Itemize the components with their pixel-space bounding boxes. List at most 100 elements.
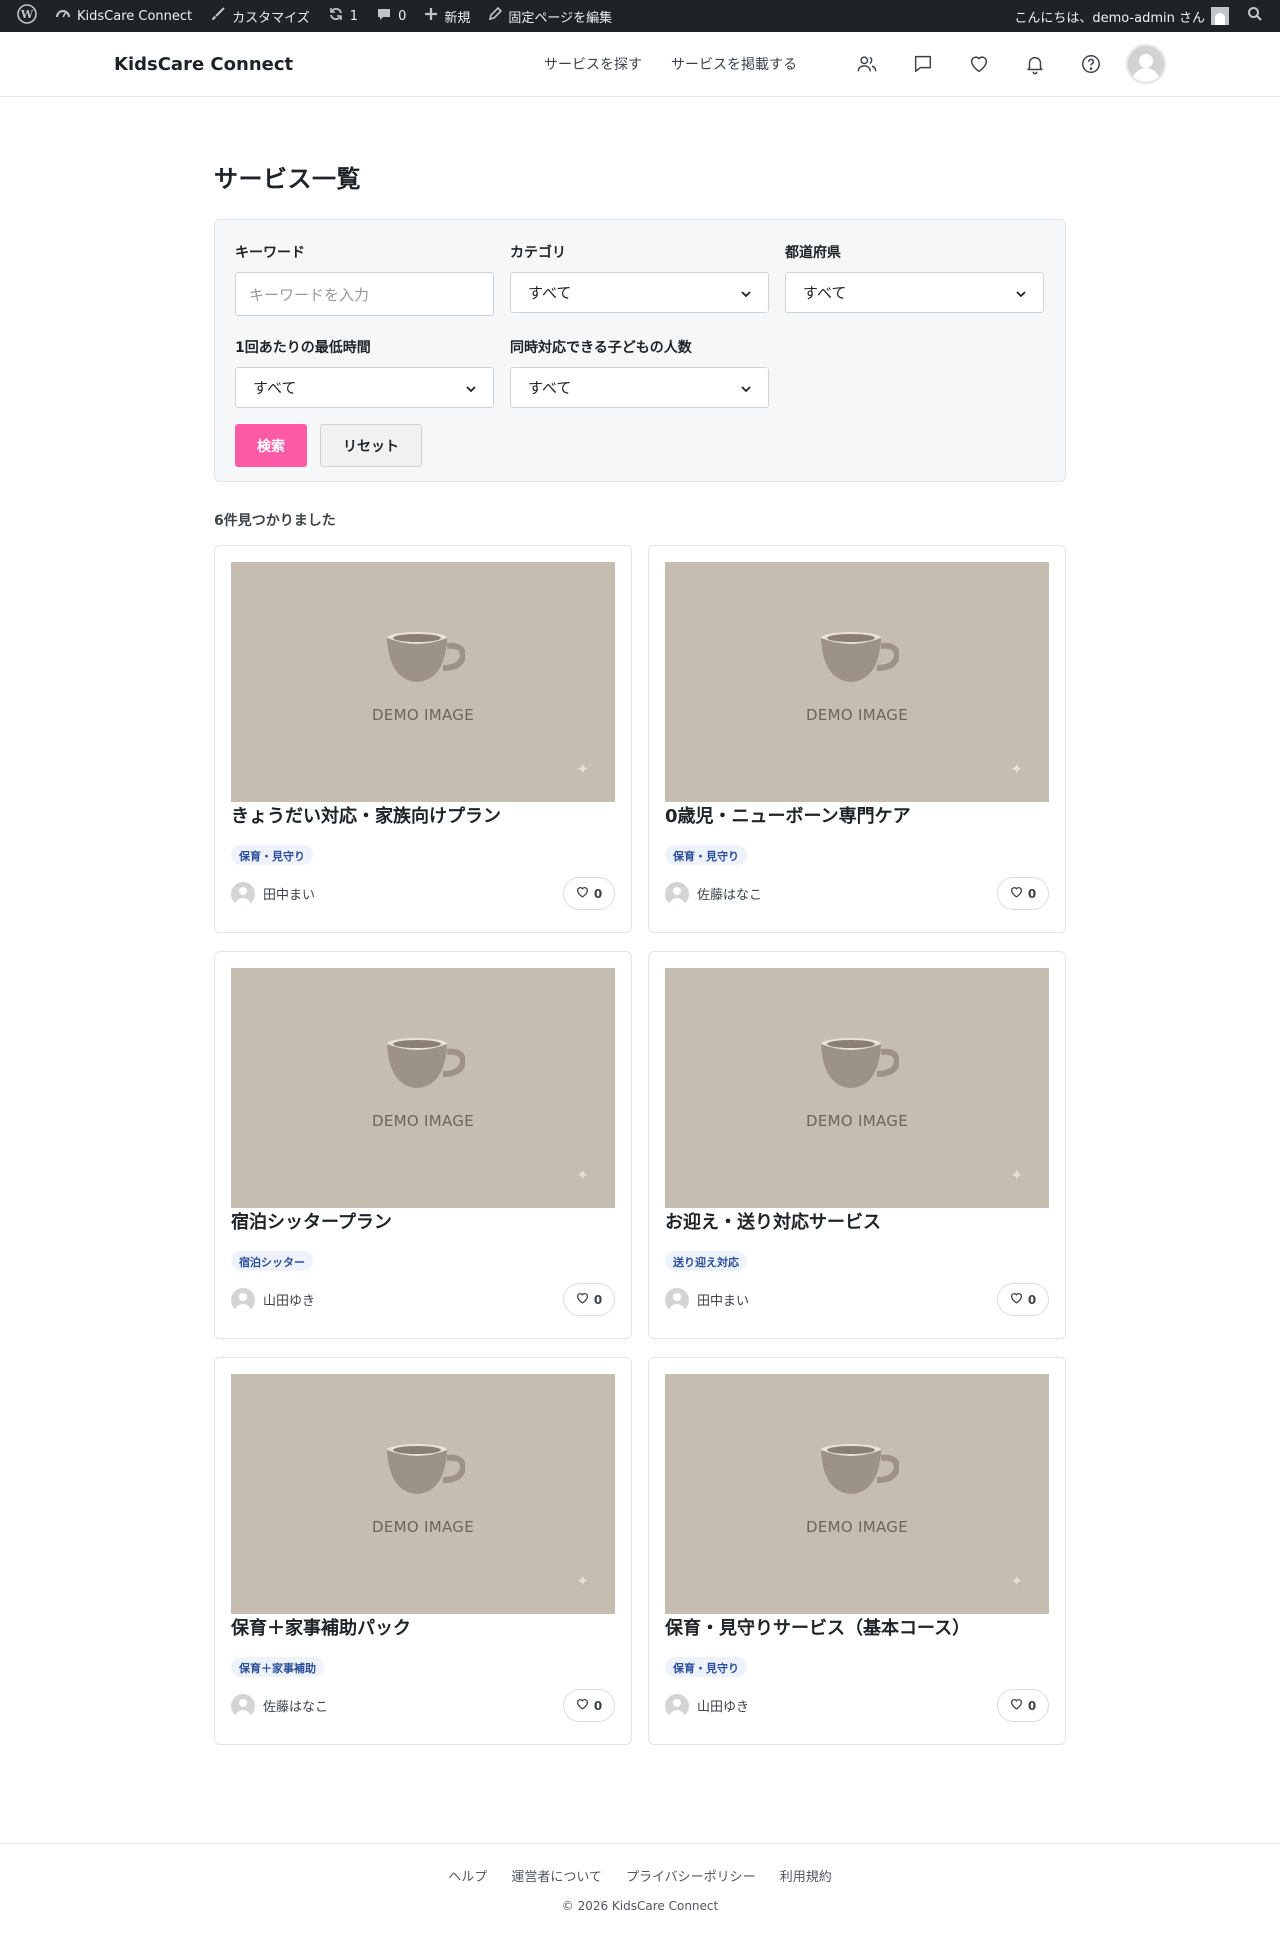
customize-label: カスタマイズ: [232, 10, 310, 26]
plus-icon: [424, 7, 438, 25]
author-name: 田中まい: [697, 1294, 750, 1309]
footer-terms-link[interactable]: 利用規約: [780, 1866, 832, 1885]
category-badge: 保育・見守り: [665, 845, 747, 865]
category-badge: 保育・見守り: [231, 845, 313, 865]
favorite-count: 0: [593, 886, 603, 901]
category-label: カテゴリ: [510, 245, 566, 261]
service-thumbnail[interactable]: DEMO IMAGE ✦: [231, 968, 615, 1208]
favorite-button[interactable]: 0: [563, 1689, 615, 1722]
nav-post-service[interactable]: サービスを掲載する: [671, 54, 797, 74]
svg-text:W: W: [20, 8, 34, 21]
category-badge: 送り迎え対応: [665, 1251, 747, 1271]
help-icon[interactable]: [1076, 49, 1106, 79]
service-card-grid: DEMO IMAGE ✦ きょうだい対応・家族向けプラン 保育・見守り 田中まい…: [214, 545, 1066, 1745]
new-content-label: 新規: [444, 10, 471, 26]
new-content-link[interactable]: 新規: [415, 0, 479, 32]
heart-icon: [576, 886, 589, 901]
service-thumbnail[interactable]: DEMO IMAGE ✦: [665, 1374, 1049, 1614]
main-content: サービス一覧 キーワード キーワードを入力 カテゴリ すべて 都道府県 すべて: [214, 97, 1066, 1745]
footer-about-link[interactable]: 運営者について: [511, 1866, 602, 1885]
dashboard-icon: [55, 6, 71, 26]
my-account-link[interactable]: こんにちは、demo-admin さん: [1005, 0, 1238, 32]
heart-icon[interactable]: [964, 49, 994, 79]
cup-icon: [815, 1444, 901, 1506]
category-badge: 宿泊シッター: [231, 1251, 313, 1271]
author-info[interactable]: 山田ゆき: [231, 1287, 316, 1312]
main-nav: サービスを探す サービスを掲載する: [544, 44, 1166, 84]
refresh-icon: [328, 6, 344, 26]
greeting-label: こんにちは、demo-admin さん: [1014, 10, 1205, 26]
author-name: 山田ゆき: [263, 1294, 316, 1309]
author-info[interactable]: 山田ゆき: [665, 1693, 749, 1718]
service-card[interactable]: DEMO IMAGE ✦ 0歳児・ニューボーン専門ケア 保育・見守り 佐藤はなこ…: [648, 545, 1066, 933]
wordpress-logo-button[interactable]: W: [8, 0, 46, 32]
min-time-select[interactable]: すべて: [235, 367, 494, 408]
service-title[interactable]: 保育・見守りサービス（基本コース）: [665, 1616, 1049, 1642]
sparkle-icon: ✦: [576, 1572, 589, 1590]
min-time-select-value: すべて: [253, 379, 297, 397]
demo-image-text: DEMO IMAGE: [371, 706, 474, 724]
author-info[interactable]: 佐藤はなこ: [231, 1693, 328, 1718]
service-title[interactable]: 宿泊シッタープラン: [231, 1210, 615, 1236]
favorite-button[interactable]: 0: [997, 1689, 1049, 1722]
service-title[interactable]: 保育＋家事補助パック: [231, 1616, 615, 1642]
footer-privacy-link[interactable]: プライバシーポリシー: [626, 1866, 756, 1885]
search-button[interactable]: 検索: [235, 424, 307, 467]
sparkle-icon: ✦: [1010, 1166, 1023, 1184]
site-footer: ヘルプ 運営者について プライバシーポリシー 利用規約 © 2026 KidsC…: [0, 1843, 1280, 1913]
users-icon[interactable]: [852, 49, 882, 79]
comments-link[interactable]: 0: [367, 0, 415, 32]
avatar-icon[interactable]: [1126, 44, 1166, 84]
customize-link[interactable]: カスタマイズ: [201, 0, 319, 32]
demo-image-text: DEMO IMAGE: [805, 1112, 908, 1130]
category-select-value: すべて: [528, 284, 572, 302]
heart-icon: [1010, 1292, 1023, 1307]
favorite-button[interactable]: 0: [997, 1283, 1049, 1316]
service-thumbnail[interactable]: DEMO IMAGE ✦: [665, 562, 1049, 802]
author-info[interactable]: 田中まい: [231, 881, 316, 906]
search-filter-form: キーワード キーワードを入力 カテゴリ すべて 都道府県 すべて 1回あたりの最…: [214, 219, 1066, 482]
service-title[interactable]: 0歳児・ニューボーン専門ケア: [665, 804, 1049, 830]
cup-icon: [815, 1038, 901, 1100]
demo-image-text: DEMO IMAGE: [805, 706, 908, 724]
reset-button[interactable]: リセット: [320, 424, 422, 467]
service-title[interactable]: お迎え・送り対応サービス: [665, 1210, 1049, 1236]
admin-avatar: [1211, 7, 1229, 25]
keyword-input[interactable]: キーワードを入力: [235, 272, 494, 316]
author-avatar: [665, 1693, 689, 1718]
prefecture-select[interactable]: すべて: [785, 272, 1044, 313]
service-card[interactable]: DEMO IMAGE ✦ 宿泊シッタープラン 宿泊シッター 山田ゆき 0: [214, 951, 632, 1339]
service-card[interactable]: DEMO IMAGE ✦ 保育＋家事補助パック 保育＋家事補助 佐藤はなこ 0: [214, 1357, 632, 1745]
service-thumbnail[interactable]: DEMO IMAGE ✦: [231, 1374, 615, 1614]
service-card[interactable]: DEMO IMAGE ✦ 保育・見守りサービス（基本コース） 保育・見守り 山田…: [648, 1357, 1066, 1745]
service-thumbnail[interactable]: DEMO IMAGE ✦: [665, 968, 1049, 1208]
site-logo[interactable]: KidsCare Connect: [114, 54, 293, 75]
site-header: KidsCare Connect サービスを探す サービスを掲載する: [0, 32, 1280, 97]
admin-search-button[interactable]: [1238, 0, 1272, 32]
favorite-button[interactable]: 0: [563, 877, 615, 910]
updates-link[interactable]: 1: [319, 0, 367, 32]
heart-icon: [1010, 886, 1023, 901]
category-select[interactable]: すべて: [510, 272, 769, 313]
bell-icon[interactable]: [1020, 49, 1050, 79]
edit-page-link[interactable]: 固定ページを編集: [479, 0, 621, 32]
sparkle-icon: ✦: [1010, 1572, 1023, 1590]
children-count-select[interactable]: すべて: [510, 367, 769, 408]
message-icon[interactable]: [908, 49, 938, 79]
nav-find-services[interactable]: サービスを探す: [544, 54, 642, 74]
service-title[interactable]: きょうだい対応・家族向けプラン: [231, 804, 615, 830]
author-info[interactable]: 佐藤はなこ: [665, 881, 762, 906]
author-name: 田中まい: [263, 888, 316, 903]
brush-icon: [210, 6, 226, 26]
site-name-link[interactable]: KidsCare Connect: [46, 0, 201, 32]
service-card[interactable]: DEMO IMAGE ✦ きょうだい対応・家族向けプラン 保育・見守り 田中まい…: [214, 545, 632, 933]
service-thumbnail[interactable]: DEMO IMAGE ✦: [231, 562, 615, 802]
favorite-button[interactable]: 0: [997, 877, 1049, 910]
comments-count: 0: [398, 8, 407, 24]
heart-icon: [1010, 1698, 1023, 1713]
favorite-button[interactable]: 0: [563, 1283, 615, 1316]
service-card[interactable]: DEMO IMAGE ✦ お迎え・送り対応サービス 送り迎え対応 田中まい 0: [648, 951, 1066, 1339]
favorite-count: 0: [1027, 1698, 1037, 1713]
footer-help-link[interactable]: ヘルプ: [448, 1866, 487, 1885]
author-info[interactable]: 田中まい: [665, 1287, 750, 1312]
